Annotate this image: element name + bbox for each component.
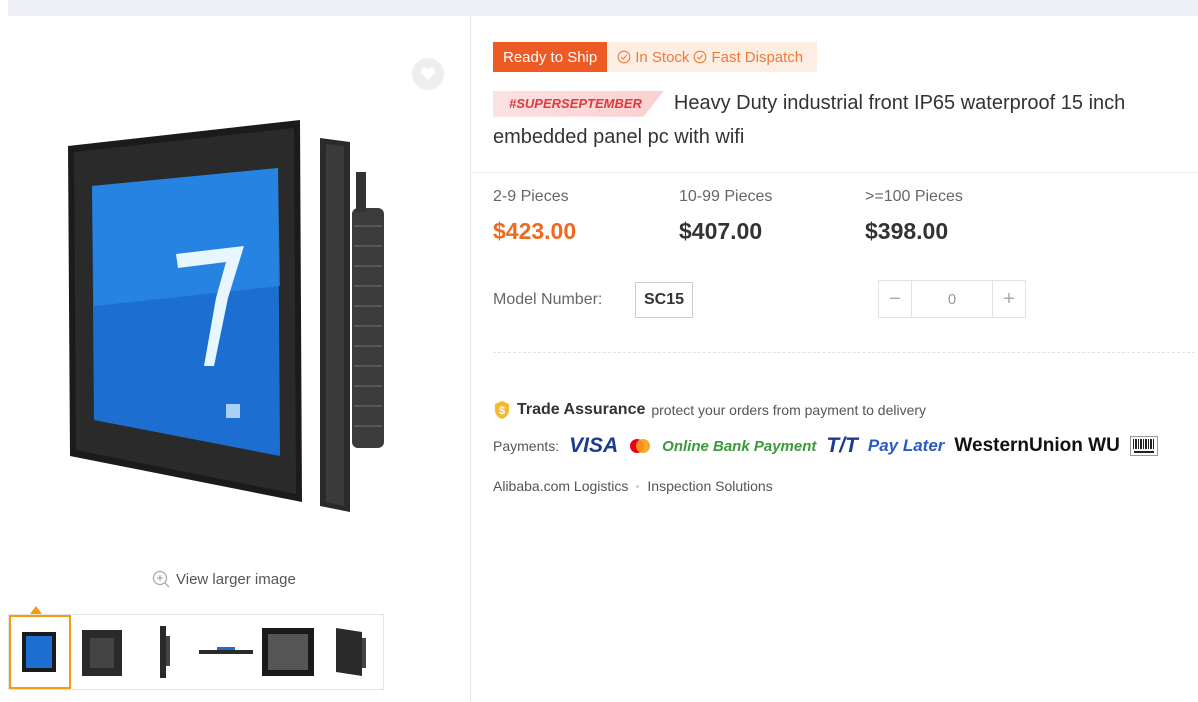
stock-badge: In Stock Fast Dispatch (607, 42, 818, 72)
online-bank-payment-logo: Online Bank Payment (662, 437, 817, 455)
thumb-back-image (82, 630, 122, 676)
thumb-front-image (22, 632, 56, 672)
tier-quantity: 2-9 Pieces (493, 188, 569, 205)
inspection-solutions-link[interactable]: Inspection Solutions (647, 478, 772, 494)
price-tier-1: 2-9 Pieces $423.00 (493, 188, 679, 245)
fast-dispatch-label: Fast Dispatch (711, 48, 804, 66)
thumb-rear-frame-image (262, 628, 314, 676)
tt-logo: T/T (826, 434, 858, 457)
view-larger-label: View larger image (176, 570, 296, 588)
product-title: #SUPERSEPTEMBER Heavy Duty industrial fro… (493, 86, 1173, 154)
active-thumb-caret (30, 606, 42, 614)
favorite-button[interactable] (412, 58, 444, 90)
price-tier-3: >=100 Pieces $398.00 (865, 188, 1051, 245)
western-union-text: WesternUnion (954, 435, 1083, 456)
thumbnail-6[interactable] (319, 615, 381, 689)
product-gallery: View larger image (8, 16, 470, 702)
boleto-barcode-icon (1129, 436, 1158, 456)
decrease-quantity-button[interactable]: − (878, 280, 912, 318)
main-product-image[interactable] (8, 36, 470, 576)
thumb-angle-image (336, 628, 366, 676)
panel-pc-illustration (68, 120, 384, 512)
trade-assurance-row: $ Trade Assurance protect your orders fr… (493, 400, 926, 420)
separator-dot (636, 484, 640, 488)
thumb-side-image (160, 626, 170, 678)
quantity-input[interactable] (912, 280, 992, 318)
thumbnail-strip (8, 614, 384, 690)
promo-tag[interactable]: #SUPERSEPTEMBER (493, 90, 664, 117)
tier-quantity: 10-99 Pieces (679, 188, 773, 205)
visa-logo: VISA (569, 434, 619, 457)
model-number-row: Model Number: SC15 (493, 282, 694, 318)
payments-label: Payments: (493, 438, 560, 454)
price-tiers: 2-9 Pieces $423.00 10-99 Pieces $407.00 … (493, 188, 1051, 245)
model-number-label: Model Number: (493, 291, 603, 308)
thumbnail-4[interactable] (195, 615, 257, 689)
trade-assurance-desc: protect your orders from payment to deli… (651, 402, 927, 418)
tier-price: $423.00 (493, 218, 577, 244)
wu-text: WU (1088, 435, 1120, 456)
tier-price: $407.00 (679, 218, 763, 244)
dashed-divider (493, 352, 1195, 353)
svg-text:$: $ (499, 405, 505, 417)
price-tier-2: 10-99 Pieces $407.00 (679, 188, 865, 245)
trade-assurance-shield-icon: $ (495, 401, 509, 419)
western-union-logo: WesternUnion WU (954, 435, 1119, 457)
tier-price: $398.00 (865, 218, 949, 244)
model-option-sc15[interactable]: SC15 (635, 282, 694, 318)
services-row: Alibaba.com Logistics Inspection Solutio… (493, 478, 773, 494)
pay-later-logo: Pay Later (867, 436, 945, 455)
thumb-bottom-image (199, 647, 253, 654)
in-stock-label: In Stock (635, 48, 690, 66)
tier-quantity: >=100 Pieces (865, 188, 963, 205)
thumbnail-1[interactable] (9, 615, 71, 689)
thumbnail-5[interactable] (257, 615, 319, 689)
increase-quantity-button[interactable]: + (992, 280, 1026, 318)
trade-assurance-title[interactable]: Trade Assurance (517, 401, 645, 419)
check-circle-icon (617, 50, 631, 64)
section-divider (470, 172, 1198, 173)
thumbnail-3[interactable] (133, 615, 195, 689)
column-divider (470, 16, 471, 702)
heart-icon (420, 67, 436, 80)
logistics-link[interactable]: Alibaba.com Logistics (493, 478, 628, 494)
thumbnail-2[interactable] (71, 615, 133, 689)
ready-to-ship-badge: Ready to Ship (493, 42, 608, 72)
payments-row: Payments: VISA Online Bank Payment T/T P… (493, 434, 1158, 458)
top-strip (8, 0, 1198, 16)
quantity-stepper: − + (878, 280, 1026, 318)
zoom-in-icon (152, 570, 170, 588)
shipping-badges: Ready to Ship In Stock Fast Dispatch (493, 42, 818, 72)
view-larger-link[interactable]: View larger image (152, 570, 296, 588)
check-circle-icon (694, 50, 707, 64)
mastercard-logo-icon (630, 439, 651, 453)
